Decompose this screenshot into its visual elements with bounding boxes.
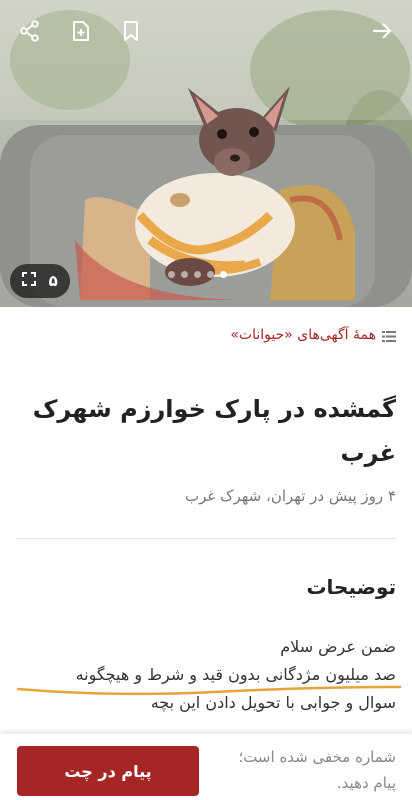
back-arrow-icon[interactable] — [369, 18, 395, 44]
breadcrumb-label: همهٔ آگهی‌های «حیوانات» — [230, 327, 376, 343]
share-icon[interactable] — [17, 18, 43, 44]
pagination-dot[interactable] — [220, 271, 227, 278]
pagination-dot[interactable] — [207, 271, 214, 278]
hidden-number-note: شماره مخفی شده است؛ پیام دهید. — [238, 748, 396, 792]
add-note-icon[interactable] — [68, 18, 94, 44]
dog-photo — [0, 0, 412, 307]
category-breadcrumb[interactable]: همهٔ آگهی‌های «حیوانات» — [230, 327, 396, 343]
list-icon — [382, 330, 396, 342]
listing-title: گمشده در پارک خوارزم شهرک غرب — [32, 395, 396, 467]
gallery-pagination — [168, 271, 227, 278]
photo-count-badge[interactable]: ۵ — [10, 264, 70, 298]
text-highlight-underline — [16, 685, 402, 696]
description-heading: توضیحات — [306, 575, 396, 599]
fullscreen-icon — [22, 272, 37, 290]
bookmark-icon[interactable] — [118, 18, 144, 44]
description-body: ضمن عرض سلام صد میلیون مژدگانی بدون قید … — [6, 633, 396, 717]
pagination-dot[interactable] — [194, 271, 201, 278]
listing-meta: ۴ روز پیش در تهران، شهرک غرب — [185, 487, 396, 505]
description-line: ضمن عرض سلام — [280, 637, 396, 656]
divider — [16, 538, 396, 539]
pagination-dot[interactable] — [181, 271, 188, 278]
pagination-dot[interactable] — [168, 271, 175, 278]
bottom-action-bar: پیام در چت شماره مخفی شده است؛ پیام دهید… — [0, 734, 412, 800]
chat-button[interactable]: پیام در چت — [17, 746, 199, 796]
listing-photo-gallery[interactable]: ۵ — [0, 0, 412, 307]
photo-count: ۵ — [48, 272, 58, 290]
